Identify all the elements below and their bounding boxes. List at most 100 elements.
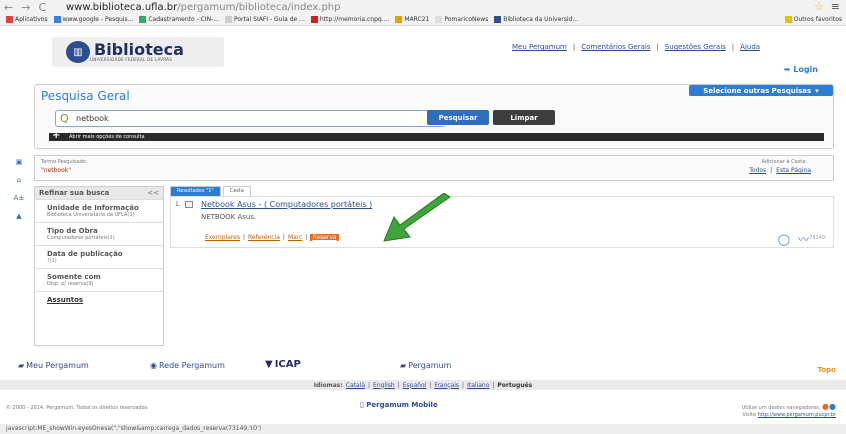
facet-data[interactable]: Data de publicação ?(1) xyxy=(35,245,163,268)
status-bar: javascript:ME_showWin.eyesOnesa(","show&… xyxy=(0,424,846,434)
site-header: ▥ Biblioteca UNIVERSIDADE FEDERAL DE LAV… xyxy=(0,27,846,84)
lang-francais[interactable]: Français xyxy=(434,382,459,389)
search-term-panel: Termo Pesquisado "netbook" Adicionar à C… xyxy=(34,155,834,181)
login-button[interactable]: ➥ Login xyxy=(784,65,818,74)
result-title[interactable]: Netbook Asus - ( Computadores portáteis … xyxy=(201,200,372,209)
result-icons: ◯ 〰 xyxy=(778,231,809,247)
copyright: © 2000 - 2014. Pergamum. Todos os direit… xyxy=(6,405,149,411)
footer-logo-meu-pergamum[interactable]: ▰ Meu Pergamum xyxy=(18,361,89,370)
visit-link[interactable]: http://www.pergamum.pucpr.br xyxy=(758,412,836,418)
result-checkbox[interactable] xyxy=(185,201,193,208)
bookmark-pomarico[interactable]: PomaricoNews xyxy=(435,16,488,23)
page-icon xyxy=(224,16,232,23)
facet-tipo-obra[interactable]: Tipo de Obra Computadores portáteis(1) xyxy=(35,222,163,245)
term-label: Termo Pesquisado xyxy=(41,159,86,165)
link-meu-pergamum[interactable]: Meu Pergamum xyxy=(512,43,567,51)
menu-icon[interactable]: ≡ xyxy=(831,0,840,13)
bookmark-apps[interactable]: Aplicativos xyxy=(6,16,48,23)
bookmark-biblioteca[interactable]: Biblioteca da Universid... xyxy=(494,16,578,23)
page-icon xyxy=(435,16,443,23)
footer-logo-pergamum[interactable]: ▰ Pergamum xyxy=(400,361,451,370)
browser-note: Utilize um destes navegadores: ●● Visite… xyxy=(741,402,836,419)
lang-portugues[interactable]: Português xyxy=(497,382,532,389)
add-all-link[interactable]: Todos xyxy=(749,167,766,174)
apps-icon xyxy=(6,16,13,23)
biblioteca-logo[interactable]: ▥ Biblioteca UNIVERSIDADE FEDERAL DE LAV… xyxy=(52,37,224,67)
chevron-down-icon: ▾ xyxy=(815,86,819,95)
back-icon[interactable]: ← xyxy=(4,1,13,14)
lang-italiano[interactable]: Italiano xyxy=(467,382,489,389)
pergamum-logo-icon: ▰ xyxy=(18,361,25,370)
search-panel: Pesquisa Geral Selecione outras Pesquisa… xyxy=(34,84,834,149)
result-description: NETBOOK Asus. xyxy=(201,213,257,221)
logo-subtitle: UNIVERSIDADE FEDERAL DE LAVRAS xyxy=(90,57,173,62)
other-searches-dropdown[interactable]: Selecione outras Pesquisas ▾ xyxy=(689,85,833,96)
top-link[interactable]: Topo xyxy=(818,366,836,374)
link-sugestoes[interactable]: Sugestões Gerais xyxy=(665,43,726,51)
folder-icon[interactable]: ▣ xyxy=(16,158,23,166)
tab-results[interactable]: Resultados "1" xyxy=(170,186,221,196)
results-panel: Resultados "1" Cesta 1. Netbook Asus - (… xyxy=(170,186,834,346)
reload-icon[interactable]: C xyxy=(38,1,46,14)
link-ajuda[interactable]: Ajuda xyxy=(740,43,760,51)
scroll-up-icon[interactable]: ▲ xyxy=(16,212,21,220)
icap-logo-icon: ▼ xyxy=(265,359,273,370)
top-links: Meu Pergamum | Comentários Gerais | Sugest… xyxy=(512,43,761,51)
exemplares-link[interactable]: Exemplares xyxy=(205,234,240,241)
comment-icon[interactable]: ◯ xyxy=(778,233,790,246)
search-button[interactable]: Pesquisar xyxy=(427,110,489,125)
bookmark-google[interactable]: www.google - Pesquis... xyxy=(53,16,133,23)
marc-link[interactable]: Marc xyxy=(288,234,303,241)
facet-assuntos[interactable]: Assuntos xyxy=(35,291,163,308)
bookmarks-bar: Aplicativos www.google - Pesquis... Cada… xyxy=(0,14,846,26)
bookmark-cnpq[interactable]: http://memoria.cnpq.... xyxy=(310,16,389,23)
logo-text: Biblioteca xyxy=(94,40,184,59)
plus-icon: + xyxy=(52,130,61,141)
results-tabs: Resultados "1" Cesta xyxy=(170,186,834,196)
url-host: www.biblioteca.ufla.br xyxy=(66,1,178,13)
chart-icon[interactable]: 〰 xyxy=(798,231,809,247)
lang-espanol[interactable]: Español xyxy=(403,382,427,389)
login-icon: ➥ xyxy=(783,65,791,74)
facet-unidade[interactable]: Unidade de Informação Biblioteca Universi… xyxy=(35,199,163,222)
referencia-link[interactable]: Referência xyxy=(248,234,280,241)
bookmark-star-icon[interactable]: ☆ xyxy=(814,0,824,13)
address-bar[interactable]: www.biblioteca.ufla.br/pergamum/bibliote… xyxy=(66,2,341,13)
url-path: /pergamum/biblioteca/index.php xyxy=(177,1,341,13)
lang-catala[interactable]: Català xyxy=(346,382,365,389)
browser-icons: ● xyxy=(822,402,830,411)
pergamum-mobile-link[interactable]: ▯ Pergamum Mobile xyxy=(360,401,438,409)
bookmark-marc21[interactable]: MARC21 xyxy=(395,16,429,23)
lang-english[interactable]: English xyxy=(373,382,395,389)
more-options-bar[interactable]: + Abrir mais opções de consulta xyxy=(49,130,824,141)
add-page-link[interactable]: Esta Página xyxy=(776,167,811,174)
pergamum-logo-icon: ▰ xyxy=(400,361,407,370)
browser-toolbar: ← → C www.biblioteca.ufla.br/pergamum/bi… xyxy=(0,0,846,14)
youtube-icon xyxy=(310,16,318,23)
home-icon[interactable]: ⌂ xyxy=(17,176,21,184)
bookmark-others[interactable]: Outros favoritos xyxy=(784,16,842,23)
facet-somente[interactable]: Somente com Disp. p/ reserva(9) xyxy=(35,268,163,291)
result-number: 1. xyxy=(175,201,181,208)
tab-basket[interactable]: Cesta xyxy=(222,186,251,196)
result-actions: Exemplares | Referência | Marc | Reserva xyxy=(205,234,339,241)
site-icon xyxy=(139,16,147,23)
collapse-icon[interactable]: << xyxy=(147,189,159,197)
search-input[interactable]: Q netbook xyxy=(55,110,445,127)
globe-icon: ◉ xyxy=(150,361,157,370)
clear-button[interactable]: Limpar xyxy=(493,110,555,125)
link-comentarios[interactable]: Comentários Gerais xyxy=(581,43,650,51)
forward-icon[interactable]: → xyxy=(21,1,30,14)
search-title: Pesquisa Geral xyxy=(41,89,130,103)
footer-logo-icap[interactable]: ▼ ICAP xyxy=(265,359,301,370)
bookmark-cadastramento[interactable]: Cadastramento - CIN-... xyxy=(139,16,219,23)
refine-sidebar: Refinar sua busca << Unidade de Informaçã… xyxy=(34,186,164,346)
left-toolbar: ▣ ⌂ A± ▲ xyxy=(10,158,28,220)
search-icon: Q xyxy=(60,112,69,125)
bookmark-siafi[interactable]: Portal SIAFI - Guia de ... xyxy=(224,16,305,23)
footer-logo-rede[interactable]: ◉ Rede Pergamum xyxy=(150,361,225,370)
result-item: 1. Netbook Asus - ( Computadores portáte… xyxy=(170,196,834,248)
book-logo-icon: ▥ xyxy=(66,41,90,63)
font-size-icon[interactable]: A± xyxy=(14,194,25,202)
reserva-link[interactable]: Reserva xyxy=(310,234,339,241)
